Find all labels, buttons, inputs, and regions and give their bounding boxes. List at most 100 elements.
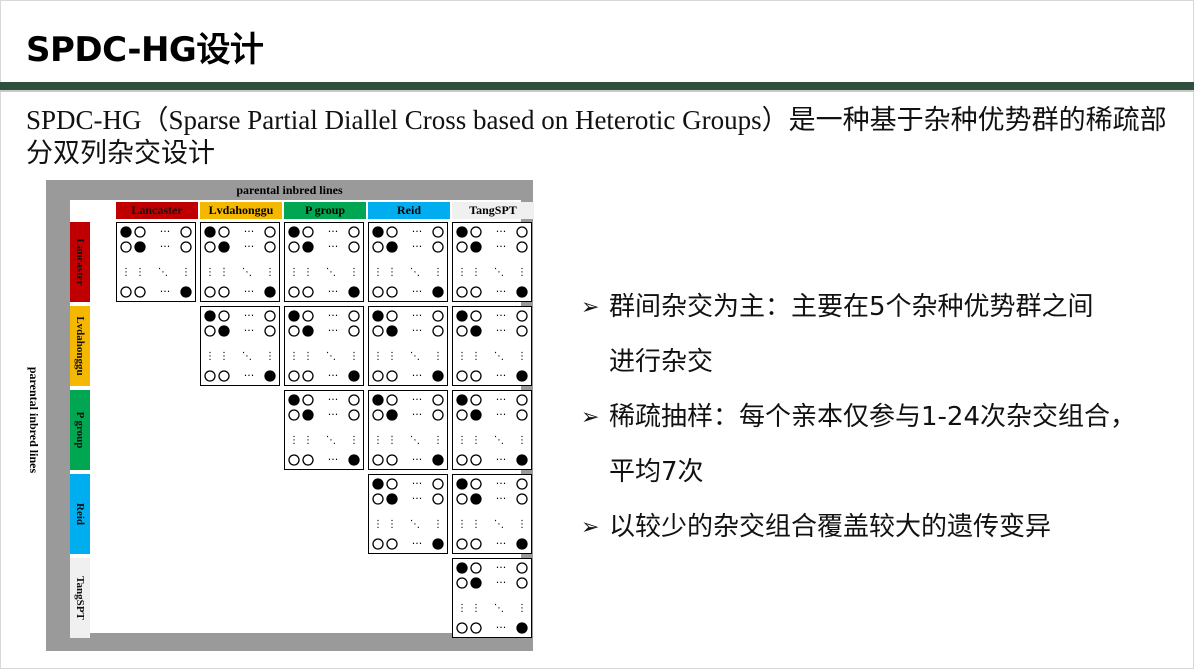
cross-cell-0-0: ··· ··· ⋮ ⋮ ⋱ ⋮ ··· <box>116 222 196 302</box>
ellipsis-mark: ··· <box>412 477 423 490</box>
ellipsis-mark: ··· <box>328 240 339 253</box>
cross-filled-dot <box>470 409 482 421</box>
ellipsis-mark: ··· <box>496 477 507 490</box>
cross-open-dot <box>348 325 360 337</box>
cross-open-dot <box>386 538 398 550</box>
cross-open-dot <box>432 493 444 505</box>
cross-open-dot <box>386 370 398 382</box>
cross-open-dot <box>372 370 384 382</box>
cross-cell-2-4: ··· ··· ⋮ ⋮ ⋱ ⋮ ··· <box>452 390 532 470</box>
cross-filled-dot <box>348 286 360 298</box>
ellipsis-mark: ··· <box>496 537 507 550</box>
cross-open-dot <box>456 622 468 634</box>
vdots-mark: ⋮ <box>471 603 481 614</box>
cross-open-dot <box>432 226 444 238</box>
cross-open-dot <box>264 226 276 238</box>
ellipsis-mark: ··· <box>244 285 255 298</box>
cross-open-dot <box>432 310 444 322</box>
vdots-mark: ⋮ <box>387 351 397 362</box>
bullet-list: ➢ 群间杂交为主：主要在5个杂种优势群之间 进行杂交 ➢ 稀疏抽样：每个亲本仅参与1-2… <box>581 280 1181 555</box>
row-header-label: P group <box>74 411 86 449</box>
cross-open-dot <box>264 241 276 253</box>
vdots-mark: ⋮ <box>457 603 467 614</box>
vdots-mark: ⋮ <box>517 351 527 362</box>
vdots-mark: ⋮ <box>349 435 359 446</box>
vdots-mark: ⋮ <box>265 351 275 362</box>
bullet-item: ➢ 以较少的杂交组合覆盖较大的遗传变异 <box>581 500 1181 555</box>
vdots-mark: ⋮ <box>349 267 359 278</box>
ellipsis-mark: ··· <box>496 453 507 466</box>
ellipsis-mark: ··· <box>496 393 507 406</box>
cross-open-dot <box>288 409 300 421</box>
row-header-label: Reid <box>74 503 86 525</box>
cross-filled-dot <box>134 241 146 253</box>
ellipsis-mark: ··· <box>160 225 171 238</box>
cross-open-dot <box>386 226 398 238</box>
cross-open-dot <box>470 538 482 550</box>
figure-side-title: parental inbred lines <box>27 366 41 474</box>
cross-open-dot <box>432 325 444 337</box>
row-header-lvdahonggu: Lvdahonggu <box>70 306 90 386</box>
ellipsis-mark: ··· <box>496 309 507 322</box>
vdots-mark: ⋮ <box>457 519 467 530</box>
cross-open-dot <box>386 454 398 466</box>
vdots-mark: ⋮ <box>373 519 383 530</box>
bullet-text-line: 稀疏抽样：每个亲本仅参与1-24次杂交组合， <box>609 402 1137 432</box>
ellipsis-mark: ··· <box>496 285 507 298</box>
vdots-mark: ⋮ <box>121 267 131 278</box>
vdots-mark: ⋮ <box>517 435 527 446</box>
vdots-mark: ⋮ <box>303 267 313 278</box>
cross-open-dot <box>302 286 314 298</box>
cross-open-dot <box>134 226 146 238</box>
ddots-mark: ⋱ <box>242 351 252 362</box>
bullet-item: ➢ 群间杂交为主：主要在5个杂种优势群之间 进行杂交 <box>581 280 1181 390</box>
cross-open-dot <box>134 286 146 298</box>
cross-open-dot <box>516 577 528 589</box>
cross-open-dot <box>456 409 468 421</box>
ddots-mark: ⋱ <box>410 351 420 362</box>
row-header-lancaster: Lancaster <box>70 222 90 302</box>
cross-filled-dot <box>516 538 528 550</box>
bullet-text-line: 平均7次 <box>609 457 704 487</box>
vdots-mark: ⋮ <box>219 351 229 362</box>
bullet-text-line: 群间杂交为主：主要在5个杂种优势群之间 <box>609 292 1094 322</box>
cross-open-dot <box>456 241 468 253</box>
cross-filled-dot <box>470 493 482 505</box>
ddots-mark: ⋱ <box>494 267 504 278</box>
cross-open-dot <box>288 370 300 382</box>
cross-filled-dot <box>516 622 528 634</box>
row-header-label: Lvdahonggu <box>74 316 86 376</box>
vdots-mark: ⋮ <box>471 267 481 278</box>
cross-open-dot <box>218 310 230 322</box>
cross-filled-dot <box>386 409 398 421</box>
ddots-mark: ⋱ <box>242 267 252 278</box>
ddots-mark: ⋱ <box>494 351 504 362</box>
cross-filled-dot <box>302 241 314 253</box>
ellipsis-mark: ··· <box>244 225 255 238</box>
cross-open-dot <box>372 454 384 466</box>
cross-filled-dot <box>432 286 444 298</box>
ellipsis-mark: ··· <box>412 537 423 550</box>
cross-open-dot <box>516 241 528 253</box>
cross-filled-dot <box>302 325 314 337</box>
cross-filled-dot <box>470 325 482 337</box>
cross-filled-dot <box>432 454 444 466</box>
bullet-text-line: 以较少的杂交组合覆盖较大的遗传变异 <box>609 512 1052 542</box>
ddots-mark: ⋱ <box>410 435 420 446</box>
vdots-mark: ⋮ <box>303 351 313 362</box>
bullet-item: ➢ 稀疏抽样：每个亲本仅参与1-24次杂交组合， 平均7次 <box>581 390 1181 500</box>
arrow-right-icon: ➢ <box>581 295 600 320</box>
vdots-mark: ⋮ <box>457 435 467 446</box>
vdots-mark: ⋮ <box>433 519 443 530</box>
ellipsis-mark: ··· <box>496 324 507 337</box>
cross-open-dot <box>516 493 528 505</box>
cross-open-dot <box>302 226 314 238</box>
col-header-p-group: P group <box>284 202 366 219</box>
cross-open-dot <box>432 241 444 253</box>
ellipsis-mark: ··· <box>412 324 423 337</box>
cross-filled-dot <box>456 562 468 574</box>
cross-filled-dot <box>218 241 230 253</box>
ddots-mark: ⋱ <box>494 519 504 530</box>
cross-filled-dot <box>180 286 192 298</box>
ellipsis-mark: ··· <box>328 285 339 298</box>
